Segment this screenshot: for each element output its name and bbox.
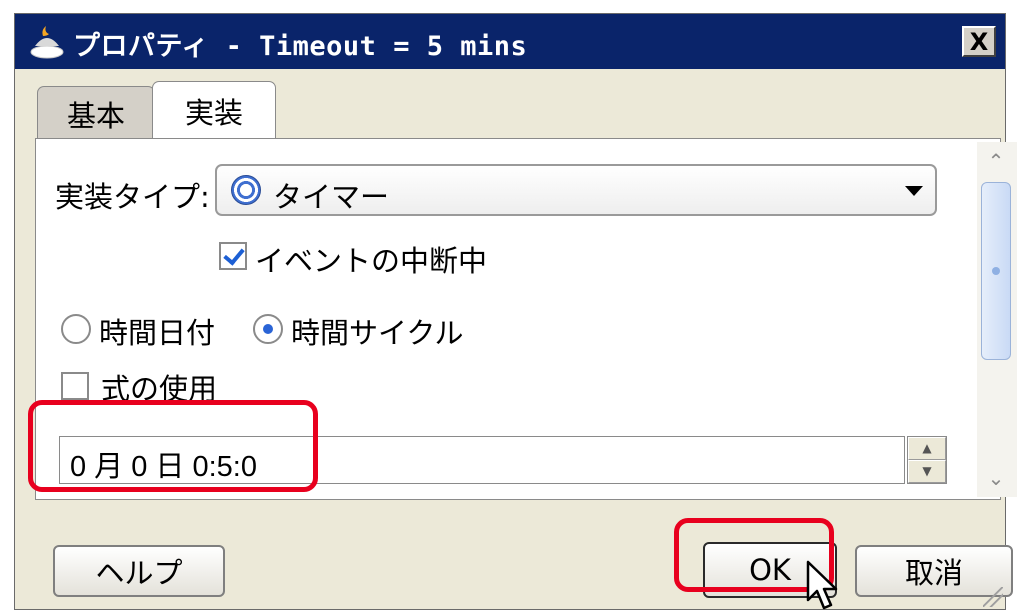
resize-grip[interactable] [983,587,1003,607]
interrupt-checkbox-label: イベントの中断中 [255,244,488,278]
impl-type-label: 実装タイプ: [55,180,210,214]
close-icon: X [969,27,989,56]
cursor-pointer-icon [806,560,838,610]
app-icon [30,26,64,59]
chevron-down-icon [905,186,923,196]
radio-time-date[interactable] [61,314,91,344]
spinner-up-icon[interactable]: ▲ [908,437,946,460]
impl-type-value: タイマー [273,180,390,214]
highlight-duration [28,400,318,492]
spinner-down-icon[interactable]: ▼ [908,460,946,483]
duration-spinner[interactable]: ▲ ▼ [907,436,947,484]
help-button[interactable]: ヘルプ [53,545,225,597]
radio-time-cycle-label: 時間サイクル [291,316,464,350]
properties-dialog: プロパティ - Timeout = 5 mins X 基本 実装 実装タイプ: … [14,13,1017,610]
radio-time-date-label: 時間日付 [99,316,216,350]
scroll-thumb[interactable] [981,182,1011,360]
interrupt-checkbox[interactable] [219,242,247,270]
scroll-up-icon[interactable]: ⌃ [981,146,1011,176]
radio-time-cycle[interactable] [253,314,283,344]
clock-icon [231,175,261,205]
title-bar[interactable]: プロパティ - Timeout = 5 mins X [15,14,1005,69]
impl-type-select[interactable]: タイマー [215,164,937,216]
close-button[interactable]: X [962,26,996,57]
tab-basic[interactable]: 基本 [37,86,155,141]
scroll-down-icon[interactable]: ⌄ [981,463,1011,493]
tab-implementation[interactable]: 実装 [152,81,276,139]
window-title: プロパティ - Timeout = 5 mins [73,31,528,62]
use-expression-checkbox[interactable] [61,372,89,400]
vertical-scrollbar[interactable]: ⌃ ⌄ [977,142,1017,497]
